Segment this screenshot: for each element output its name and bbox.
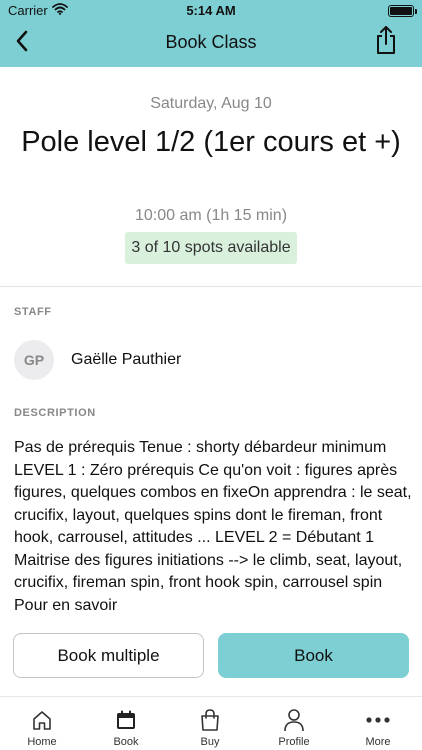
staff-name[interactable]: Gaëlle Pauthier <box>71 351 181 369</box>
status-bar: Carrier 5:14 AM <box>0 0 422 20</box>
class-date: Saturday, Aug 10 <box>150 95 272 112</box>
tab-more[interactable]: More <box>336 697 420 750</box>
share-icon <box>374 25 398 60</box>
tab-book[interactable]: Book <box>84 697 168 750</box>
tab-home[interactable]: Home <box>0 697 84 750</box>
share-button[interactable] <box>372 25 400 60</box>
description-section-label: DESCRIPTION <box>14 407 96 419</box>
book-button[interactable]: Book <box>218 633 409 678</box>
person-icon <box>252 707 336 733</box>
spots-badge: 3 of 10 spots available <box>125 232 297 264</box>
staff-section-label: STAFF <box>14 306 52 318</box>
tab-buy-label: Buy <box>200 736 220 748</box>
navigation-bar: Book Class <box>0 22 422 64</box>
tab-buy[interactable]: Buy <box>168 697 252 750</box>
tab-profile[interactable]: Profile <box>252 697 336 750</box>
description-text: Pas de prérequis Tenue : shorty débardeu… <box>14 439 412 611</box>
book-multiple-button[interactable]: Book multiple <box>13 633 204 678</box>
calendar-icon <box>84 707 168 733</box>
tab-profile-label: Profile <box>278 736 310 748</box>
status-time: 5:14 AM <box>186 3 236 18</box>
more-icon <box>336 707 420 733</box>
tab-bar: Home Book Buy Profile More <box>0 696 422 750</box>
home-icon <box>0 707 84 733</box>
tab-book-label: Book <box>113 736 139 748</box>
staff-avatar: GP <box>14 340 54 380</box>
battery-tip <box>415 9 417 14</box>
section-divider <box>0 286 422 287</box>
tab-more-label: More <box>365 736 391 748</box>
class-title: Pole level 1/2 (1er cours et +) <box>21 126 401 158</box>
tab-home-label: Home <box>27 736 57 748</box>
spots-container: 3 of 10 spots available <box>0 232 422 264</box>
page-title: Book Class <box>165 32 257 52</box>
shopping-bag-icon <box>168 707 252 733</box>
header-bar: Carrier 5:14 AM Book Class <box>0 0 422 67</box>
battery-icon <box>388 5 414 17</box>
class-time: 10:00 am (1h 15 min) <box>134 207 288 224</box>
